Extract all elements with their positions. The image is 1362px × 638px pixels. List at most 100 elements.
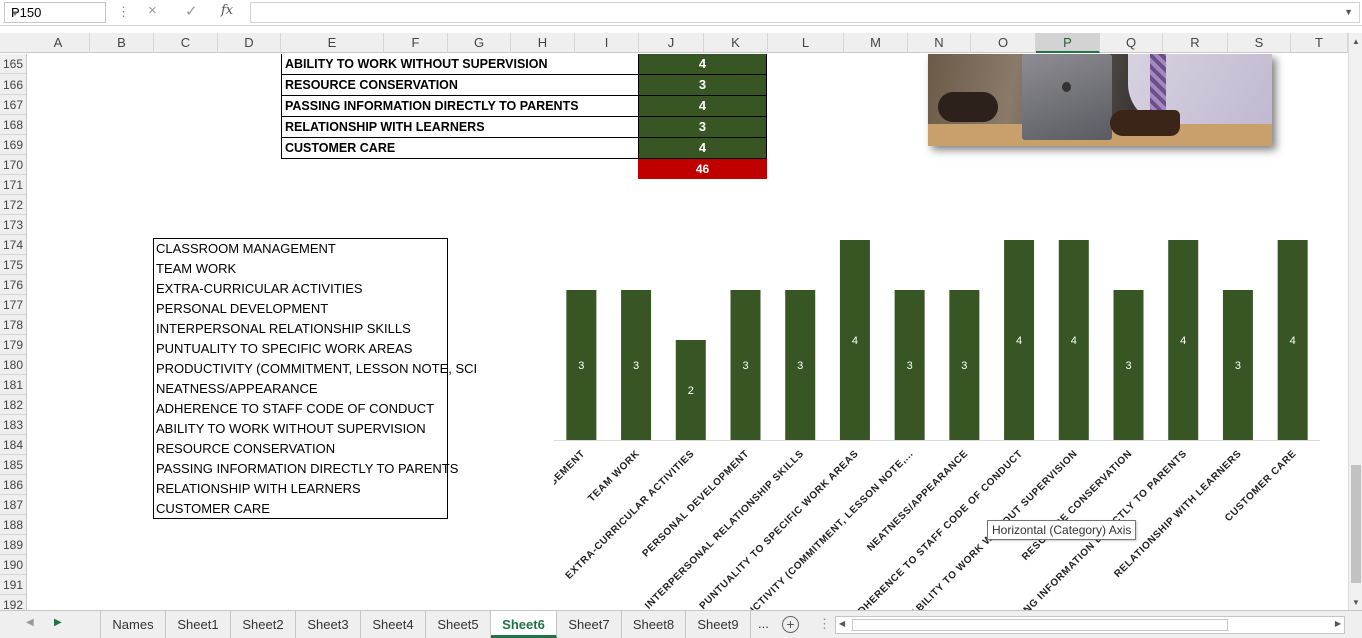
sheet-tab-sheet6[interactable]: Sheet6 <box>491 611 557 638</box>
row-header[interactable]: 186 <box>0 475 26 495</box>
criteria-list-item[interactable]: CLASSROOM MANAGEMENT <box>156 239 336 259</box>
chart-data-label[interactable]: 3 <box>1235 360 1241 372</box>
more-options-icon[interactable]: ⋮ <box>117 4 130 20</box>
name-box[interactable]: P150 ▼ <box>4 2 106 23</box>
row-header[interactable]: 177 <box>0 295 26 315</box>
chart-data-label[interactable]: 4 <box>1071 335 1077 347</box>
chevron-down-icon[interactable]: ▼ <box>11 9 101 18</box>
sheet-tab-sheet4[interactable]: Sheet4 <box>361 611 426 638</box>
sheet-tab-sheet5[interactable]: Sheet5 <box>426 611 491 638</box>
chart-category-label[interactable]: TEAM WORK <box>586 448 642 504</box>
row-header[interactable]: 184 <box>0 435 26 455</box>
row-header[interactable]: 187 <box>0 495 26 515</box>
column-header-e[interactable]: E <box>281 33 384 53</box>
chart-data-label[interactable]: 3 <box>742 360 748 372</box>
horizontal-scrollbar[interactable]: ◀ ▶ <box>835 616 1345 634</box>
column-header-d[interactable]: D <box>218 33 281 53</box>
sheet-tab-sheet2[interactable]: Sheet2 <box>231 611 296 638</box>
next-sheet-icon[interactable]: ▶ <box>54 617 62 628</box>
row-header[interactable]: 171 <box>0 175 26 195</box>
chart-data-label[interactable]: 3 <box>797 360 803 372</box>
row-header[interactable]: 172 <box>0 195 26 215</box>
chart-category-label[interactable]: RESOURCE CONSERVATION <box>1020 448 1135 563</box>
formula-input[interactable]: ▼ <box>250 2 1360 23</box>
column-header-f[interactable]: F <box>384 33 448 53</box>
row-header[interactable]: 189 <box>0 535 26 555</box>
row-header[interactable]: 173 <box>0 215 26 235</box>
column-header-g[interactable]: G <box>448 33 511 53</box>
prev-sheet-icon[interactable]: ◀ <box>26 617 34 628</box>
column-header-n[interactable]: N <box>908 33 971 53</box>
column-header-q[interactable]: Q <box>1100 33 1163 53</box>
tab-splitter-icon[interactable]: ⋮ <box>818 616 831 632</box>
row-header[interactable]: 178 <box>0 315 26 335</box>
row-header[interactable]: 192 <box>0 595 26 610</box>
column-header-m[interactable]: M <box>844 33 908 53</box>
criteria-list-item[interactable]: PASSING INFORMATION DIRECTLY TO PARENTS <box>156 459 458 479</box>
expand-formula-icon[interactable]: ▼ <box>1344 7 1353 17</box>
row-header[interactable]: 185 <box>0 455 26 475</box>
row-header[interactable]: 183 <box>0 415 26 435</box>
vertical-scrollbar[interactable]: ▲ ▼ <box>1348 33 1362 610</box>
row-header[interactable]: 168 <box>0 115 26 135</box>
column-header-a[interactable]: A <box>27 33 90 53</box>
chart-data-label[interactable]: 3 <box>907 360 913 372</box>
chart-category-label[interactable]: CLASSROOM MANAGEMENT <box>554 448 587 564</box>
chart-category-label[interactable]: PERSONAL DEVELOPMENT <box>640 448 751 559</box>
criteria-list-item[interactable]: PUNTUALITY TO SPECIFIC WORK AREAS <box>156 339 412 359</box>
column-header-o[interactable]: O <box>971 33 1036 53</box>
column-header-s[interactable]: S <box>1228 33 1291 53</box>
criteria-list-item[interactable]: INTERPERSONAL RELATIONSHIP SKILLS <box>156 319 411 339</box>
chart-data-label[interactable]: 4 <box>1180 335 1186 347</box>
column-header-t[interactable]: T <box>1291 33 1348 53</box>
sheet-tab-sheet9[interactable]: Sheet9 <box>686 611 751 638</box>
enter-icon[interactable]: ✓ <box>185 2 198 20</box>
sheet-tab-sheet8[interactable]: Sheet8 <box>622 611 686 638</box>
horizontal-scroll-thumb[interactable] <box>852 619 1228 631</box>
chart-data-label[interactable]: 2 <box>688 385 694 397</box>
row-header[interactable]: 176 <box>0 275 26 295</box>
vertical-scroll-thumb[interactable] <box>1351 465 1361 583</box>
criteria-list-item[interactable]: PRODUCTIVITY (COMMITMENT, LESSON NOTE, S… <box>156 359 477 379</box>
column-header-r[interactable]: R <box>1163 33 1228 53</box>
sheet-tab-sheet3[interactable]: Sheet3 <box>296 611 361 638</box>
teacher-photo[interactable] <box>928 54 1272 146</box>
criteria-list-item[interactable]: CUSTOMER CARE <box>156 499 270 519</box>
chart-data-label[interactable]: 3 <box>633 360 639 372</box>
scroll-left-icon[interactable]: ◀ <box>839 619 845 628</box>
score-table-value[interactable]: 3 <box>638 117 767 138</box>
score-table-value[interactable]: 4 <box>638 138 767 159</box>
scroll-up-icon[interactable]: ▲ <box>1352 37 1360 46</box>
column-header-p[interactable]: P <box>1036 33 1100 53</box>
criteria-list-item[interactable]: RELATIONSHIP WITH LEARNERS <box>156 479 361 499</box>
criteria-list-item[interactable]: RESOURCE CONSERVATION <box>156 439 335 459</box>
column-header-l[interactable]: L <box>768 33 844 53</box>
criteria-list-item[interactable]: TEAM WORK <box>156 259 236 279</box>
column-header-i[interactable]: I <box>575 33 639 53</box>
score-table-value[interactable]: 4 <box>638 54 767 75</box>
chart-data-label[interactable]: 4 <box>1290 335 1296 347</box>
column-header-k[interactable]: K <box>704 33 768 53</box>
row-header[interactable]: 191 <box>0 575 26 595</box>
column-header-b[interactable]: B <box>90 33 154 53</box>
more-tabs[interactable]: ... <box>758 616 769 631</box>
chart-data-label[interactable]: 4 <box>1016 335 1022 347</box>
score-bar-chart[interactable]: 3CLASSROOM MANAGEMENT3TEAM WORK2EXTRA-CU… <box>554 234 1334 610</box>
score-table-label[interactable]: RELATIONSHIP WITH LEARNERS <box>281 117 639 138</box>
score-table-label[interactable]: PASSING INFORMATION DIRECTLY TO PARENTS <box>281 96 639 117</box>
score-table-label[interactable]: CUSTOMER CARE <box>281 138 639 159</box>
scroll-down-icon[interactable]: ▼ <box>1352 598 1360 607</box>
score-table-value[interactable]: 4 <box>638 96 767 117</box>
column-header-c[interactable]: C <box>154 33 218 53</box>
criteria-list-item[interactable]: EXTRA-CURRICULAR ACTIVITIES <box>156 279 363 299</box>
chart-data-label[interactable]: 3 <box>578 360 584 372</box>
row-header[interactable]: 188 <box>0 515 26 535</box>
row-header[interactable]: 179 <box>0 335 26 355</box>
total-score-cell[interactable]: 46 <box>638 159 767 179</box>
row-header[interactable]: 190 <box>0 555 26 575</box>
sheet-tab-sheet1[interactable]: Sheet1 <box>166 611 231 638</box>
row-header[interactable]: 167 <box>0 95 26 115</box>
scroll-right-icon[interactable]: ▶ <box>1335 619 1341 628</box>
row-header[interactable]: 165 <box>0 54 26 74</box>
row-header[interactable]: 166 <box>0 75 26 95</box>
